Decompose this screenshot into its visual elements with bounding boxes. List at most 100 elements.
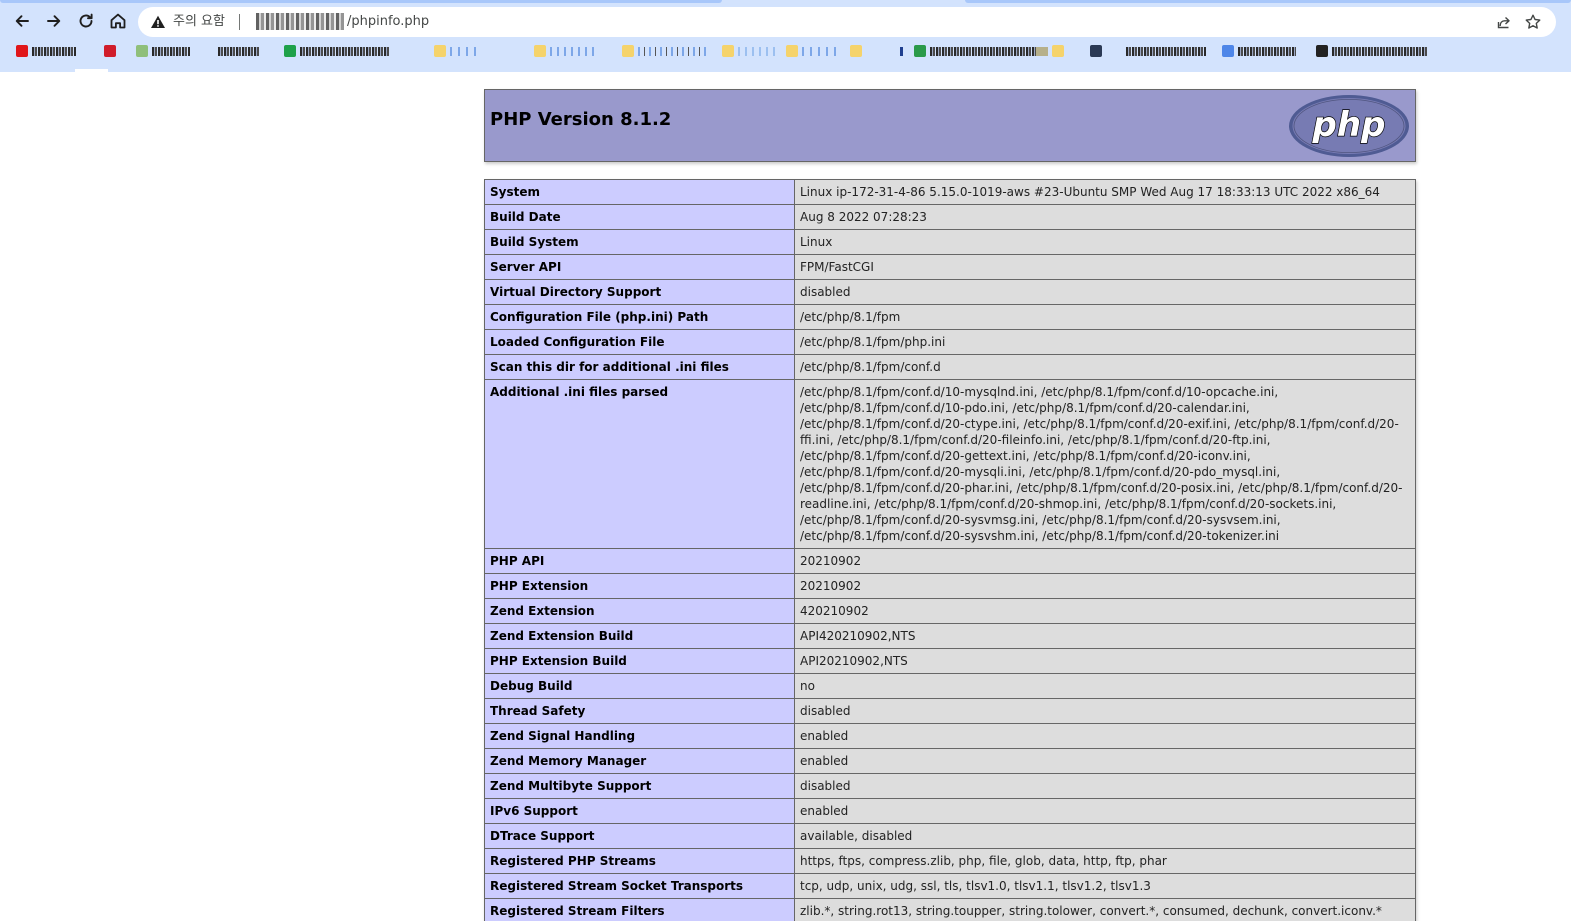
home-button[interactable] bbox=[104, 7, 132, 35]
table-row: PHP API 20210902 bbox=[484, 548, 1416, 574]
redacted-bookmark-label bbox=[300, 46, 390, 56]
table-row: Debug Build no bbox=[484, 673, 1416, 699]
table-row: PHP Extension Build API20210902,NTS bbox=[484, 648, 1416, 674]
table-row: Loaded Configuration File/etc/php/8.1/fp… bbox=[484, 329, 1416, 355]
url-path[interactable]: /phpinfo.php bbox=[347, 13, 429, 30]
folder-icon bbox=[622, 45, 634, 57]
share-icon[interactable] bbox=[1496, 14, 1512, 30]
redacted-bookmark-label bbox=[738, 46, 778, 56]
bookmark-item[interactable] bbox=[914, 44, 1038, 58]
row-label: Configuration File (php.ini) Path bbox=[484, 304, 795, 330]
table-row: Registered PHP Streams https, ftps, compr… bbox=[484, 848, 1416, 874]
table-row: Virtual Directory Support disabled bbox=[484, 279, 1416, 305]
table-row: Zend Signal Handling enabled bbox=[484, 723, 1416, 749]
row-value: enabled bbox=[794, 798, 1416, 824]
redacted-bookmark-label bbox=[450, 46, 476, 56]
redacted-bookmark-label bbox=[218, 46, 260, 56]
redacted-bookmark-label bbox=[930, 46, 1038, 56]
bookmark-item[interactable] bbox=[1222, 44, 1296, 58]
folder-icon bbox=[850, 45, 862, 57]
redacted-bookmark-label bbox=[802, 46, 840, 56]
bookmark-item[interactable] bbox=[850, 44, 906, 58]
bookmark-item[interactable] bbox=[1316, 44, 1428, 58]
row-label: Virtual Directory Support bbox=[484, 279, 795, 305]
bookmark-item[interactable] bbox=[434, 44, 476, 58]
home-icon bbox=[110, 13, 126, 29]
phpinfo-table-body: System Linux ip-172-31-4-86 5.15.0-1019-a… bbox=[484, 179, 1416, 921]
row-label: Zend Memory Manager bbox=[484, 748, 795, 774]
reload-icon bbox=[79, 13, 93, 28]
back-button[interactable] bbox=[8, 7, 36, 35]
redacted-bookmark-label bbox=[1126, 46, 1206, 56]
row-value: disabled bbox=[794, 698, 1416, 724]
row-label: Server API bbox=[484, 254, 795, 280]
table-row: DTrace Support available, disabled bbox=[484, 823, 1416, 849]
row-value: no bbox=[794, 673, 1416, 699]
reload-button[interactable] bbox=[72, 7, 100, 35]
row-value: API420210902,NTS bbox=[794, 623, 1416, 649]
bookmark-favicon-icon bbox=[136, 45, 148, 57]
table-row: Zend Multibyte Support disabled bbox=[484, 773, 1416, 799]
security-status-label[interactable]: 주의 요함 bbox=[173, 13, 225, 30]
table-row: Zend Memory Manager enabled bbox=[484, 748, 1416, 774]
row-value: available, disabled bbox=[794, 823, 1416, 849]
bookmark-item[interactable] bbox=[1036, 44, 1064, 58]
bookmark-item[interactable] bbox=[622, 44, 708, 58]
bookmark-item[interactable] bbox=[136, 44, 190, 58]
bookmark-item[interactable] bbox=[1090, 44, 1102, 58]
redacted-bookmark-label bbox=[638, 46, 708, 56]
php-version-header: PHP Version 8.1.2 php bbox=[484, 89, 1416, 162]
row-value: Linux ip-172-31-4-86 5.15.0-1019-aws #23… bbox=[794, 179, 1416, 205]
bookmark-favicon-icon bbox=[1222, 45, 1234, 57]
bookmark-favicon-icon bbox=[16, 45, 28, 57]
bookmark-item[interactable] bbox=[16, 44, 76, 58]
address-separator bbox=[239, 14, 240, 30]
row-label: PHP Extension Build bbox=[484, 648, 795, 674]
row-value: /etc/php/8.1/fpm bbox=[794, 304, 1416, 330]
bookmark-item[interactable] bbox=[104, 44, 116, 58]
bookmark-item[interactable] bbox=[722, 44, 778, 58]
bookmark-item[interactable] bbox=[1126, 44, 1206, 58]
bookmark-item[interactable] bbox=[284, 44, 390, 58]
php-logo-icon[interactable]: php bbox=[1288, 94, 1410, 158]
warning-icon[interactable] bbox=[150, 14, 166, 30]
address-bar[interactable]: 주의 요함 /phpinfo.php bbox=[138, 7, 1556, 37]
bookmark-item[interactable] bbox=[786, 44, 840, 58]
row-value: 20210902 bbox=[794, 573, 1416, 599]
row-value: tcp, udp, unix, udg, ssl, tls, tlsv1.0, … bbox=[794, 873, 1416, 899]
bookmark-item[interactable] bbox=[534, 44, 598, 58]
redacted-bookmark-label bbox=[1332, 46, 1428, 56]
redacted-bookmark-label bbox=[1238, 46, 1296, 56]
redacted-bookmark-label bbox=[866, 46, 906, 56]
row-label: Zend Signal Handling bbox=[484, 723, 795, 749]
folder-icon bbox=[534, 45, 546, 57]
row-label: Build System bbox=[484, 229, 795, 255]
row-value: https, ftps, compress.zlib, php, file, g… bbox=[794, 848, 1416, 874]
bookmark-star-icon[interactable] bbox=[1524, 13, 1542, 31]
tab-indicator[interactable] bbox=[0, 0, 722, 3]
redacted-bookmark-label bbox=[550, 46, 598, 56]
table-row: System Linux ip-172-31-4-86 5.15.0-1019-a… bbox=[484, 179, 1416, 205]
bookmarks-bar bbox=[0, 40, 1571, 64]
row-value: enabled bbox=[794, 748, 1416, 774]
arrow-right-icon bbox=[47, 15, 61, 27]
arrow-left-icon bbox=[15, 15, 29, 27]
row-value: /etc/php/8.1/fpm/conf.d bbox=[794, 354, 1416, 380]
table-row: Zend Extension Build API420210902,NTS bbox=[484, 623, 1416, 649]
tab-indicator[interactable] bbox=[965, 0, 1571, 3]
table-row: Registered Stream Filters zlib.*, string.… bbox=[484, 898, 1416, 921]
table-row: Configuration File (php.ini) Path/etc/ph… bbox=[484, 304, 1416, 330]
table-row: Server API FPM/FastCGI bbox=[484, 254, 1416, 280]
redacted-host bbox=[256, 13, 344, 30]
row-label: IPv6 Support bbox=[484, 798, 795, 824]
bookmark-favicon-icon bbox=[1090, 45, 1102, 57]
table-row: Build System Linux bbox=[484, 229, 1416, 255]
row-label: System bbox=[484, 179, 795, 205]
bookmark-item[interactable] bbox=[218, 44, 260, 58]
forward-button[interactable] bbox=[40, 7, 68, 35]
row-label: Zend Extension bbox=[484, 598, 795, 624]
row-value: zlib.*, string.rot13, string.toupper, st… bbox=[794, 898, 1416, 921]
table-row: Zend Extension 420210902 bbox=[484, 598, 1416, 624]
row-label: Registered Stream Socket Transports bbox=[484, 873, 795, 899]
browser-chrome: 주의 요함 /phpinfo.php bbox=[0, 0, 1571, 72]
